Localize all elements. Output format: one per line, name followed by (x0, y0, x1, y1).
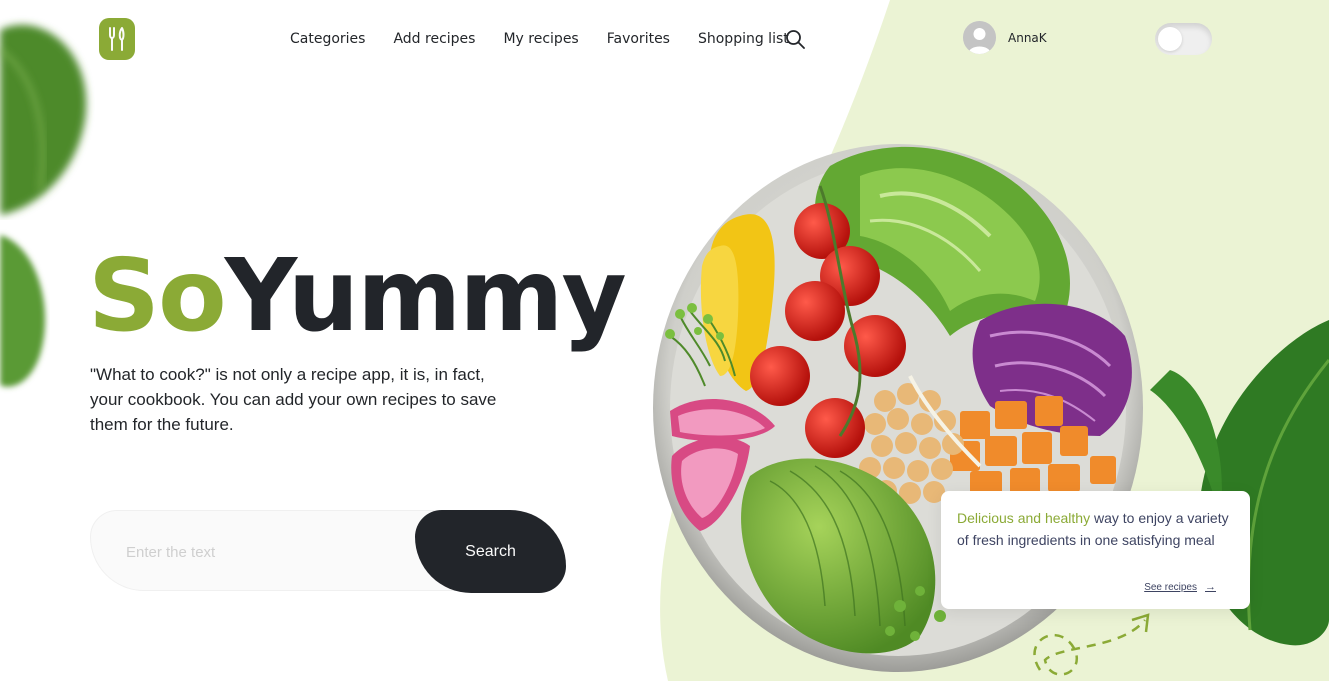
search-icon[interactable] (785, 29, 805, 49)
main-nav: Categories Add recipes My recipes Favori… (290, 29, 817, 49)
promo-card: Delicious and healthy way to enjoy a var… (941, 491, 1250, 609)
leaf-decoration-top-left (0, 24, 87, 216)
user-name: AnnaK (1008, 30, 1047, 45)
title-yummy: Yummy (224, 237, 627, 354)
logo[interactable] (99, 18, 135, 60)
page-title: SoYummy (88, 236, 627, 356)
hero-description: "What to cook?" is not only a recipe app… (90, 365, 497, 434)
fork-knife-icon (109, 27, 125, 51)
title-so: So (88, 237, 227, 354)
see-recipes-link[interactable]: See recipes → (1144, 581, 1216, 593)
nav-shopping-list[interactable]: Shopping list (698, 29, 789, 49)
nav-categories[interactable]: Categories (290, 29, 365, 49)
avatar (963, 21, 996, 54)
arrow-right-icon: → (1205, 581, 1216, 593)
promo-card-text: Delicious and healthy way to enjoy a var… (957, 507, 1234, 551)
decorative-arrow (1033, 613, 1150, 676)
see-recipes-label: See recipes (1144, 581, 1197, 593)
nav-favorites[interactable]: Favorites (607, 29, 670, 49)
toggle-knob (1158, 27, 1182, 51)
search-input[interactable] (126, 539, 406, 565)
nav-add-recipes[interactable]: Add recipes (393, 29, 475, 49)
user-menu[interactable]: AnnaK (963, 21, 1047, 54)
theme-toggle[interactable] (1155, 23, 1212, 55)
user-avatar-icon (963, 21, 996, 54)
promo-card-accent: Delicious and healthy (957, 510, 1091, 526)
search-button[interactable]: Search (415, 510, 566, 593)
nav-my-recipes[interactable]: My recipes (503, 29, 578, 49)
leaf-decoration-left (0, 235, 46, 387)
